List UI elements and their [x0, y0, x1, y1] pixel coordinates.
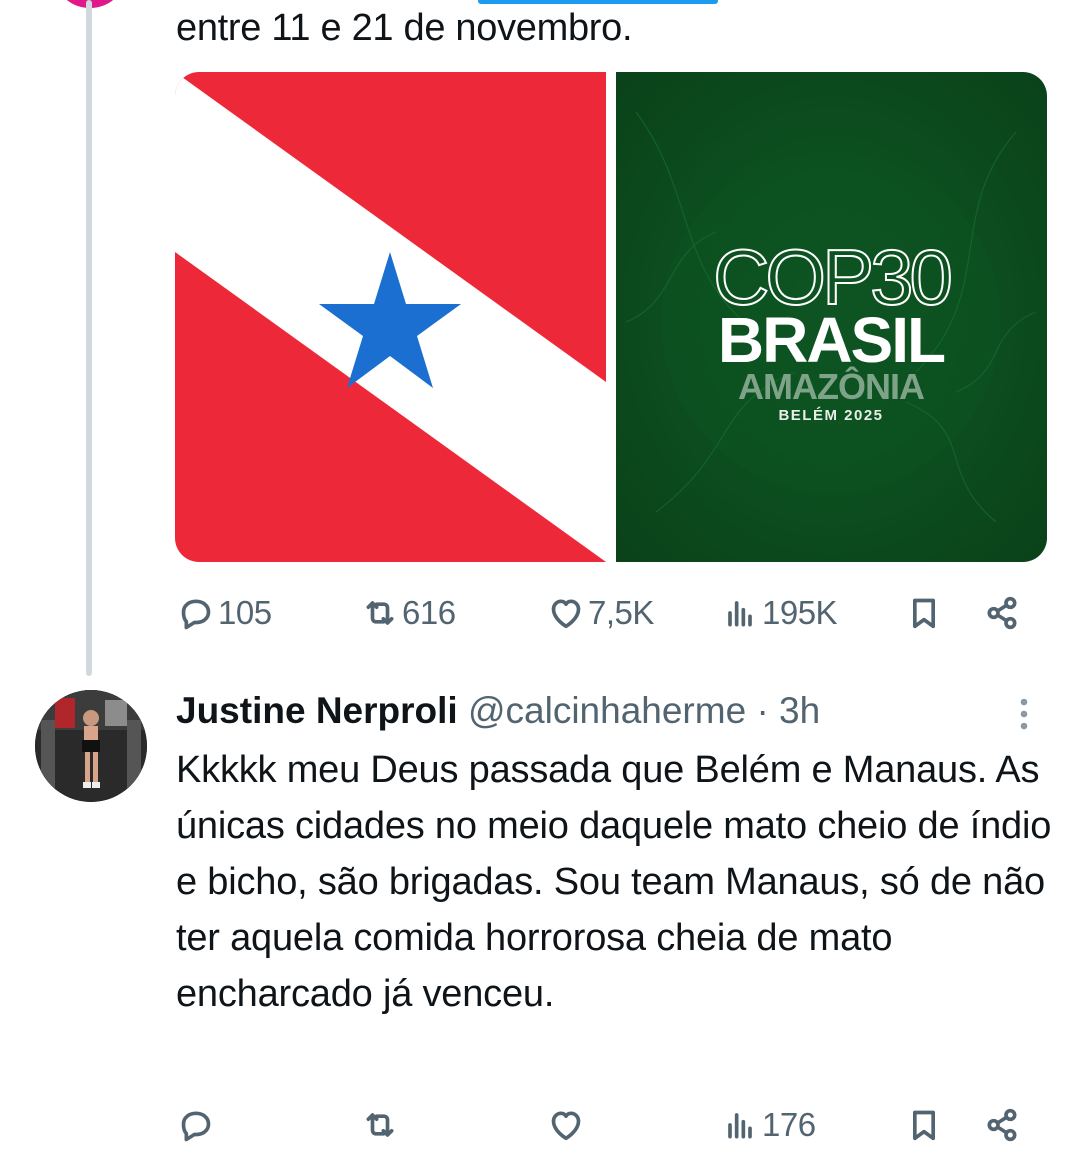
reply-icon [181, 599, 211, 630]
reply-button[interactable]: 105 [176, 588, 272, 638]
user-handle[interactable]: @calcinhaherme [468, 690, 746, 731]
share-button[interactable] [982, 1100, 1022, 1150]
repost-icon [366, 1113, 394, 1137]
reply-count: 105 [218, 594, 272, 631]
repost-button[interactable]: 616 [360, 588, 456, 638]
like-icon [551, 1111, 581, 1141]
scroll-indicator [478, 0, 718, 4]
para-flag-image [175, 72, 606, 562]
tweet-text: entre 11 e 21 de novembro. [176, 7, 633, 49]
media-cop30-logo[interactable]: COP30 BRASIL AMAZÔNIA BELÉM 2025 [616, 72, 1047, 562]
like-button[interactable]: 7,5K [546, 588, 654, 638]
share-button[interactable] [982, 588, 1022, 638]
views-button[interactable]: 195K [720, 588, 838, 638]
share-icon [987, 1108, 1017, 1142]
views-icon [728, 1113, 752, 1139]
thread-connector-line [86, 0, 92, 676]
repost-count: 616 [402, 594, 456, 631]
reply-header: Justine Nerproli @calcinhaherme · 3h [176, 688, 820, 734]
views-icon [728, 601, 752, 627]
more-options-button[interactable] [1004, 692, 1044, 736]
views-count: 195K [762, 594, 838, 631]
media-para-flag[interactable] [175, 72, 606, 562]
cop30-belem: BELÉM 2025 [778, 407, 883, 424]
tweet-media-grid: COP30 BRASIL AMAZÔNIA BELÉM 2025 [175, 72, 1047, 562]
share-icon [987, 596, 1017, 630]
views-button[interactable]: 176 [720, 1100, 816, 1150]
cop30-amazonia: AMAZÔNIA [738, 365, 925, 407]
cop30-logo-image: COP30 BRASIL AMAZÔNIA BELÉM 2025 [616, 72, 1047, 562]
reply-button[interactable] [176, 1100, 216, 1150]
avatar[interactable] [35, 690, 147, 802]
bookmark-button[interactable] [904, 1100, 944, 1150]
separator-dot: · [756, 690, 769, 731]
timestamp[interactable]: 3h [779, 690, 820, 731]
tweet-action-bar: 105 616 7,5K 195K [176, 588, 1036, 638]
bookmark-icon [913, 1110, 935, 1141]
more-icon [1020, 698, 1028, 730]
bookmark-icon [913, 598, 935, 629]
repost-icon [366, 601, 394, 625]
reply-text: Kkkkk meu Deus passada que Belém e Manau… [176, 749, 1052, 1015]
repost-button[interactable] [360, 1100, 400, 1150]
reply-action-bar: 176 [176, 1100, 1036, 1150]
bookmark-button[interactable] [904, 588, 944, 638]
like-count: 7,5K [588, 594, 654, 631]
display-name[interactable]: Justine Nerproli [176, 690, 458, 731]
user-photo [35, 690, 147, 802]
like-icon [551, 599, 581, 629]
reply-icon [181, 1111, 211, 1142]
like-button[interactable] [546, 1100, 586, 1150]
views-count: 176 [762, 1106, 816, 1143]
